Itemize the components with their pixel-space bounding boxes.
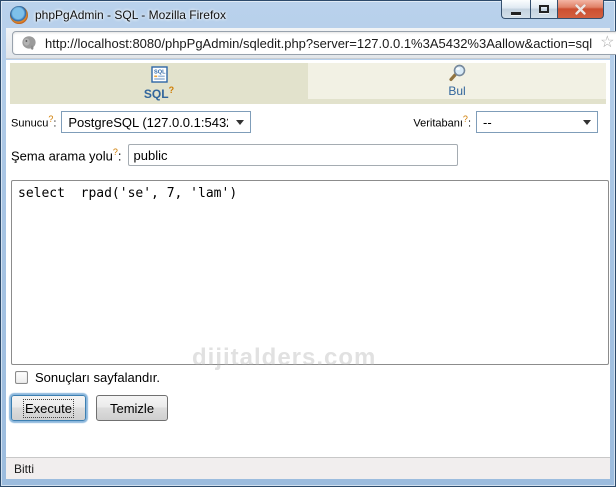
server-select[interactable]: PostgreSQL (127.0.0.1:5432:allow) — [61, 111, 252, 133]
server-database-row: Sunucu?: PostgreSQL (127.0.0.1:5432:allo… — [11, 111, 598, 133]
dropdown-arrow-icon — [236, 119, 245, 125]
tab-sql[interactable]: SQL SQL? — [10, 63, 308, 104]
browser-window: phpPgAdmin - SQL - Mozilla Firefox http:… — [0, 0, 616, 487]
minimize-icon — [511, 11, 521, 15]
url-text: http://localhost:8080/phpPgAdmin/sqledit… — [45, 35, 593, 51]
database-select-value: -- — [483, 114, 492, 130]
maximize-button[interactable] — [530, 0, 558, 19]
navigation-toolbar: http://localhost:8080/phpPgAdmin/sqledit… — [6, 28, 616, 59]
minimize-button[interactable] — [501, 0, 530, 19]
server-label: Sunucu?: — [11, 114, 57, 130]
tab-sql-label: SQL? — [143, 85, 175, 101]
url-bar[interactable]: http://localhost:8080/phpPgAdmin/sqledit… — [12, 31, 616, 55]
svg-text:SQL: SQL — [154, 70, 166, 76]
status-bar: Bitti — [6, 457, 610, 479]
page-content: SQL SQL? Bul Sunucu?: PostgreSQL (127.0.… — [6, 60, 610, 457]
tab-find-label: Bul — [448, 84, 466, 98]
sql-document-icon: SQL — [150, 66, 168, 83]
clear-button[interactable]: Temizle — [95, 395, 169, 421]
window-title: phpPgAdmin - SQL - Mozilla Firefox — [35, 7, 226, 22]
close-button[interactable] — [558, 0, 604, 19]
database-select[interactable]: -- — [476, 111, 598, 133]
bookmark-star-icon[interactable]: ☆ — [600, 35, 614, 51]
database-label: Veritabanı?: — [413, 114, 471, 130]
firefox-icon — [10, 5, 28, 24]
paginate-checkbox[interactable] — [15, 370, 28, 384]
close-icon — [574, 3, 587, 15]
action-buttons: Execute Temizle — [11, 395, 610, 421]
paginate-row: Sonuçları sayfalandır. — [15, 369, 610, 385]
maximize-icon — [539, 5, 549, 13]
magnifier-icon — [448, 64, 465, 81]
schema-label: Şema arama yolu?: — [11, 146, 122, 164]
execute-button[interactable]: Execute — [11, 395, 86, 421]
sql-query-textarea[interactable]: select rpad('se', 7, 'lam') — [11, 180, 609, 365]
status-text: Bitti — [14, 461, 35, 476]
sql-help-marker[interactable]: ? — [169, 85, 175, 95]
window-controls — [501, 0, 604, 19]
dropdown-arrow-icon — [583, 119, 591, 125]
tab-bar: SQL SQL? Bul — [10, 63, 606, 104]
server-field: Sunucu?: PostgreSQL (127.0.0.1:5432:allo… — [11, 111, 252, 133]
postgresql-favicon — [22, 36, 36, 50]
paginate-label: Sonuçları sayfalandır. — [35, 369, 161, 385]
schema-input[interactable] — [127, 144, 458, 166]
database-field: Veritabanı?: -- — [413, 111, 598, 133]
schema-row: Şema arama yolu?: — [11, 144, 598, 166]
server-select-value: PostgreSQL (127.0.0.1:5432:allow) — [68, 114, 228, 130]
tab-find[interactable]: Bul — [308, 63, 606, 104]
